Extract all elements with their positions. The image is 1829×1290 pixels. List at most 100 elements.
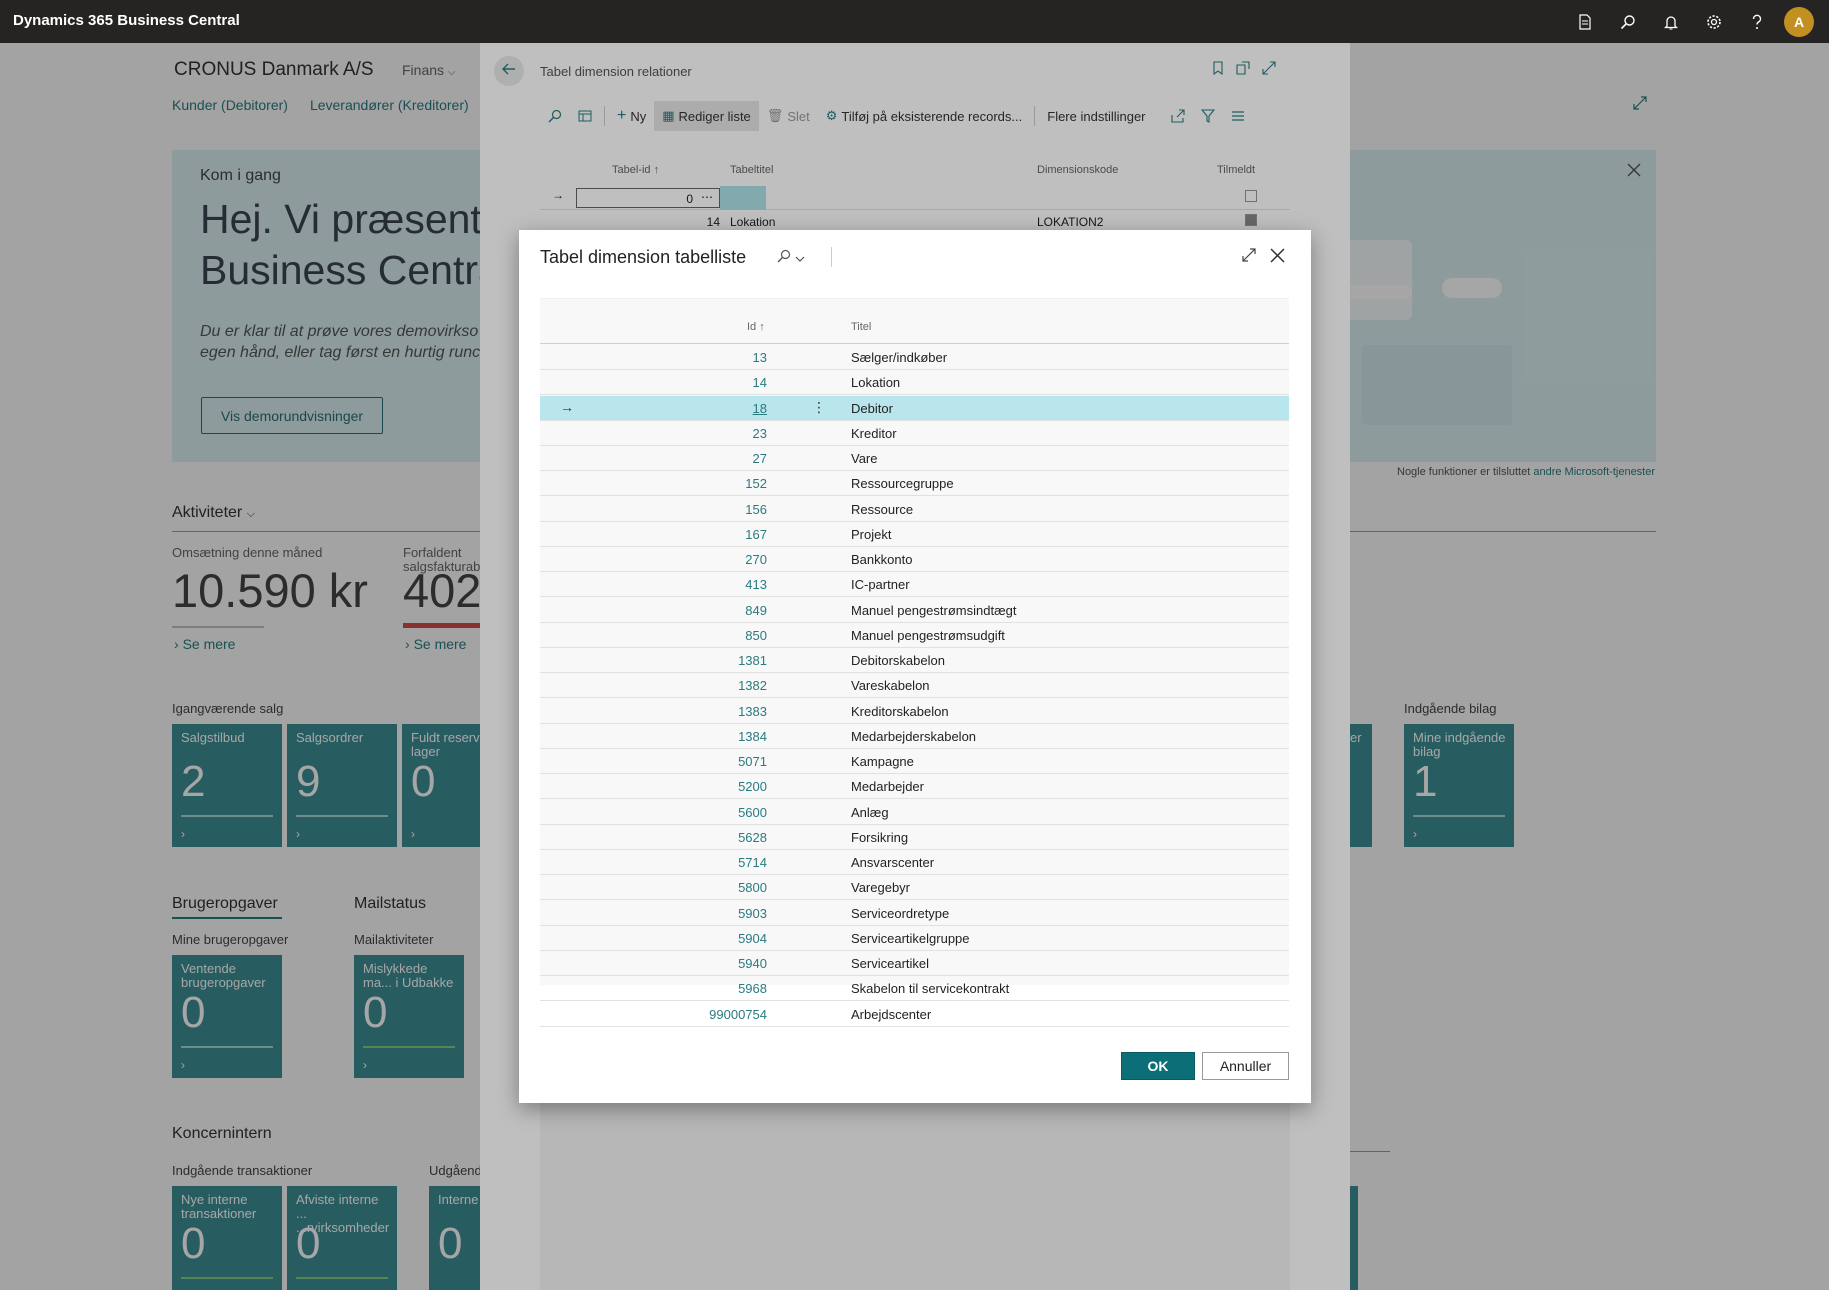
title-cell: Forsikring	[851, 829, 909, 845]
id-cell[interactable]: 1384	[738, 729, 767, 744]
id-cell[interactable]: 152	[745, 476, 767, 491]
row-menu-icon[interactable]: ⋮	[812, 399, 826, 416]
table-row[interactable]: 5071 Kampagne	[540, 749, 1289, 774]
id-cell[interactable]: 18	[753, 401, 767, 416]
gear-icon[interactable]	[1692, 6, 1735, 37]
search-icon	[777, 249, 791, 268]
title-cell: Anlæg	[851, 804, 889, 820]
table-row[interactable]: 413 IC-partner	[540, 572, 1289, 598]
title-cell: Vareskabelon	[851, 678, 930, 694]
app-title[interactable]: Dynamics 365 Business Central	[13, 12, 240, 29]
column-header-id[interactable]: Id ↑	[747, 321, 765, 333]
id-cell[interactable]: 99000754	[709, 1007, 767, 1022]
id-cell[interactable]: 5200	[738, 779, 767, 794]
arrow-right-icon: →	[560, 398, 574, 415]
id-cell[interactable]: 1382	[738, 678, 767, 693]
title-cell: Skabelon til servicekontrakt	[851, 981, 1010, 997]
title-cell: Vare	[851, 451, 878, 466]
id-cell[interactable]: 1383	[738, 704, 767, 719]
table-row[interactable]: 99000754 Arbejdscenter	[540, 1002, 1289, 1027]
help-icon[interactable]	[1735, 6, 1778, 37]
expand-icon[interactable]	[1242, 248, 1256, 267]
title-cell: Serviceordretype	[851, 905, 950, 921]
id-cell[interactable]: 5940	[738, 956, 767, 971]
table-row[interactable]: 1384 Medarbejderskabelon	[540, 724, 1289, 749]
table-row[interactable]: 167 Projekt	[540, 522, 1289, 547]
title-cell: Sælger/indkøber	[851, 350, 948, 365]
table-row[interactable]: 5968 Skabelon til servicekontrakt	[540, 976, 1289, 1002]
table-row[interactable]: 5940 Serviceartikel	[540, 951, 1289, 976]
title-cell: IC-partner	[851, 577, 910, 593]
title-cell: Lokation	[851, 375, 901, 391]
document-icon[interactable]	[1563, 6, 1606, 37]
table-row[interactable]: 152 Ressourcegruppe	[540, 471, 1289, 497]
grid-header: Id ↑ Titel	[540, 299, 1289, 344]
id-cell[interactable]: 5800	[738, 880, 767, 895]
title-cell: Kampagne	[851, 754, 914, 769]
ok-button[interactable]: OK	[1121, 1052, 1195, 1080]
table-row[interactable]: 850 Manuel pengestrømsudgift	[540, 623, 1289, 648]
id-cell[interactable]: 5071	[738, 754, 767, 769]
table-row[interactable]: 27 Vare	[540, 446, 1289, 471]
table-row[interactable]: 270 Bankkonto	[540, 547, 1289, 572]
table-row[interactable]: 5800 Varegebyr	[540, 875, 1289, 901]
close-icon[interactable]	[1270, 248, 1285, 268]
table-row[interactable]: 13 Sælger/indkøber	[540, 345, 1289, 370]
id-cell[interactable]: 5968	[738, 981, 767, 996]
id-cell[interactable]: 413	[745, 577, 767, 592]
table-row[interactable]: 1382 Vareskabelon	[540, 673, 1289, 699]
dialog-title: Tabel dimension tabelliste	[540, 247, 747, 267]
table-row[interactable]: 1383 Kreditorskabelon	[540, 699, 1289, 724]
col-label: Id	[747, 321, 757, 333]
search-button[interactable]	[777, 249, 805, 268]
id-cell[interactable]: 850	[745, 628, 767, 643]
title-cell: Serviceartikel	[851, 956, 930, 971]
id-cell[interactable]: 27	[753, 451, 767, 466]
table-row[interactable]: 5904 Serviceartikelgruppe	[540, 926, 1289, 951]
id-cell[interactable]: 5903	[738, 906, 767, 921]
id-cell[interactable]: 167	[745, 527, 767, 542]
id-cell[interactable]: 156	[745, 502, 767, 517]
id-cell[interactable]: 14	[753, 375, 767, 390]
top-bar: Dynamics 365 Business Central A	[0, 0, 1829, 43]
table-row[interactable]: → ⋮ 18 Debitor	[540, 395, 1289, 421]
title-cell: Ansvarscenter	[851, 855, 935, 870]
table-row[interactable]: 5903 Serviceordretype	[540, 901, 1289, 926]
table-row[interactable]: 1381 Debitorskabelon	[540, 648, 1289, 673]
title-cell: Manuel pengestrømsudgift	[851, 627, 1005, 643]
id-cell[interactable]: 5600	[738, 805, 767, 820]
id-cell[interactable]: 13	[753, 350, 767, 365]
id-cell[interactable]: 5714	[738, 855, 767, 870]
table-row[interactable]: 5600 Anlæg	[540, 800, 1289, 825]
title-cell: Manuel pengestrømsindtægt	[851, 602, 1017, 618]
title-cell: Kreditorskabelon	[851, 703, 949, 719]
title-cell: Kreditor	[851, 425, 897, 441]
id-cell[interactable]: 5904	[738, 931, 767, 946]
table-row[interactable]: 5714 Ansvarscenter	[540, 850, 1289, 875]
title-cell: Arbejdscenter	[851, 1006, 932, 1022]
id-cell[interactable]: 849	[745, 603, 767, 618]
bell-icon[interactable]	[1649, 6, 1692, 37]
table-row[interactable]: 849 Manuel pengestrømsindtægt	[540, 598, 1289, 623]
separator	[831, 247, 832, 267]
cancel-button[interactable]: Annuller	[1202, 1052, 1289, 1080]
search-icon[interactable]	[1606, 6, 1649, 37]
table-row[interactable]: 23 Kreditor	[540, 421, 1289, 446]
id-cell[interactable]: 1381	[738, 653, 767, 668]
title-cell: Bankkonto	[851, 552, 913, 567]
avatar[interactable]: A	[1784, 6, 1814, 37]
title-cell: Ressource	[851, 501, 914, 517]
id-cell[interactable]: 23	[753, 426, 767, 441]
column-header-title[interactable]: Titel	[851, 321, 871, 333]
table-row[interactable]: 14 Lokation	[540, 370, 1289, 396]
id-cell[interactable]: 5628	[738, 830, 767, 845]
table-row[interactable]: 156 Ressource	[540, 497, 1289, 522]
id-cell[interactable]: 270	[745, 552, 767, 567]
title-cell: Debitor	[851, 400, 893, 416]
table-row[interactable]: 5200 Medarbejder	[540, 774, 1289, 800]
title-cell: Debitorskabelon	[851, 653, 945, 668]
table-list-grid: Id ↑ Titel 13 Sælger/indkøber 14 Lokation → ⋮…	[540, 298, 1289, 1027]
title-cell: Medarbejder	[851, 779, 924, 795]
title-cell: Medarbejderskabelon	[851, 728, 977, 744]
table-row[interactable]: 5628 Forsikring	[540, 825, 1289, 850]
